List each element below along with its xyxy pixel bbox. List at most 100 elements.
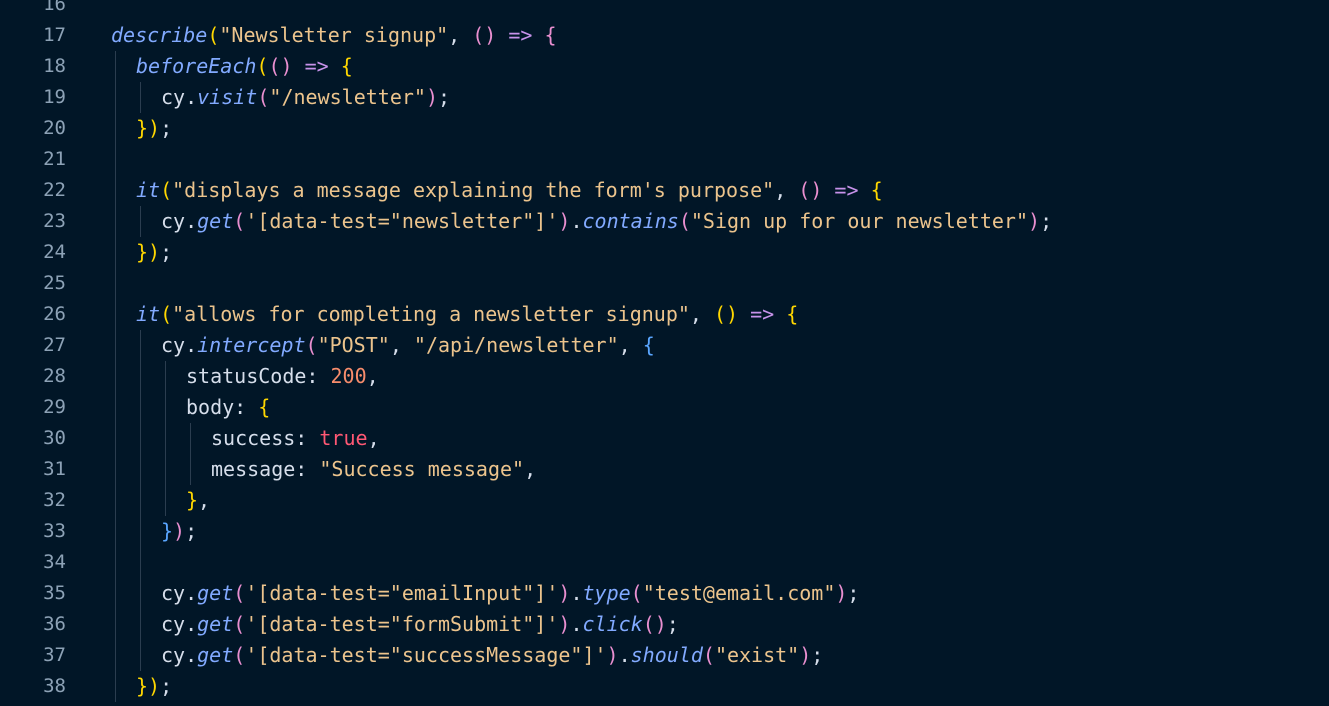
code-token: : [295,426,320,450]
indent-guide [140,609,141,640]
indent-guide [140,547,141,578]
line-number: 27 [43,334,66,356]
line-number: 30 [43,427,66,449]
code-token: ; [1040,209,1053,233]
line-number: 24 [43,241,66,263]
code-line[interactable]: 25 [0,268,1329,299]
code-token: ) [425,85,438,109]
code-line[interactable]: 29 body: { [0,392,1329,423]
code-line[interactable]: 26 it("allows for completing a newsletter… [0,299,1329,330]
code-token: cy [161,333,186,357]
indent-guide [190,423,191,454]
indent-guide [140,330,141,361]
line-number: 35 [43,582,66,604]
code-token: , [524,457,537,481]
code-token: () [472,23,497,47]
code-text: describe("Newsletter signup", () => { [111,20,557,51]
code-token: ) [558,209,571,233]
indent-guide [115,268,116,299]
code-token: ) [799,643,812,667]
indent-guide [115,485,116,516]
code-token: "test@email.com" [642,581,836,605]
code-line[interactable]: 36 cy.get('[data-test="formSubmit"]').cli… [0,609,1329,640]
code-token: ( [256,54,269,78]
indent-guide [165,454,166,485]
code-token: ) [173,519,186,543]
code-token: } [136,674,149,698]
code-token: , [448,23,473,47]
code-token: get [197,209,234,233]
indent-guide [115,330,116,361]
code-editor[interactable]: 16 17 describe("Newsletter signup", () => … [0,0,1329,706]
indent-guide [140,361,141,392]
code-token: ; [160,240,173,264]
code-text: it("displays a message explaining the fo… [136,175,883,206]
code-token: : [234,395,259,419]
code-token: ( [630,581,643,605]
code-token: ; [185,519,198,543]
code-line[interactable]: 32}, [0,485,1329,516]
indent-guide [140,578,141,609]
code-text: cy.get('[data-test="formSubmit"]').click… [161,609,679,640]
code-token: ) [558,612,571,636]
code-line[interactable]: 23 cy.get('[data-test="newsletter"]').con… [0,206,1329,237]
code-line[interactable]: 19 cy.visit("/newsletter"); [0,82,1329,113]
code-line[interactable]: 24}); [0,237,1329,268]
code-token: cy [161,581,186,605]
code-token: "Success message" [319,457,525,481]
code-token: ; [811,643,824,667]
code-token: { [642,333,655,357]
code-token: ( [702,643,715,667]
code-token: => [738,302,787,326]
code-text: it("allows for completing a newsletter s… [136,299,798,330]
code-token: get [197,643,234,667]
code-text: cy.visit("/newsletter"); [161,82,450,113]
code-token: success [211,426,296,450]
indent-guide [140,206,141,237]
code-token: => [496,23,545,47]
code-line[interactable]: 22 it("displays a message explaining the … [0,175,1329,206]
code-token: it [136,178,161,202]
code-token: , [366,364,379,388]
code-line[interactable]: 28 statusCode: 200, [0,361,1329,392]
line-number: 19 [43,86,66,108]
code-line[interactable]: 18 beforeEach(() => { [0,51,1329,82]
code-token: ) [835,581,848,605]
indent-guide [115,113,116,144]
code-token: ( [160,178,173,202]
code-token: } [136,116,149,140]
code-line[interactable]: 34 [0,547,1329,578]
indent-guide [115,237,116,268]
code-line[interactable]: 20}); [0,113,1329,144]
code-token: () [714,302,739,326]
code-line[interactable]: 31 message: "Success message", [0,454,1329,485]
code-token: ( [233,209,246,233]
code-line[interactable]: 30 success: true, [0,423,1329,454]
code-line[interactable]: 38}); [0,671,1329,702]
code-token: ) [148,240,161,264]
code-token: , [389,333,414,357]
code-token: "POST" [317,333,390,357]
indent-guide [115,640,116,671]
code-line[interactable]: 21 [0,144,1329,175]
code-line[interactable]: 37 cy.get('[data-test="successMessage"]')… [0,640,1329,671]
code-line[interactable]: 17 describe("Newsletter signup", () => { [0,20,1329,51]
code-line[interactable]: 27 cy.intercept("POST", "/api/newsletter"… [0,330,1329,361]
code-line[interactable]: 33}); [0,516,1329,547]
code-token: "exist" [714,643,800,667]
code-token: "/api/newsletter" [413,333,619,357]
indent-guide [115,454,116,485]
code-token: ( [233,643,246,667]
code-text: body: { [186,392,270,423]
code-token: . [185,333,198,357]
code-token: . [185,643,198,667]
indent-guide [115,361,116,392]
indent-guide [115,578,116,609]
code-token: '[data-test="successMessage"]' [245,643,607,667]
line-number: 20 [43,117,66,139]
code-line[interactable]: 35 cy.get('[data-test="emailInput"]').typ… [0,578,1329,609]
code-text: success: true, [211,423,380,454]
code-text: }, [186,485,210,516]
indent-guide [165,361,166,392]
code-line[interactable]: 16 [0,0,1329,20]
